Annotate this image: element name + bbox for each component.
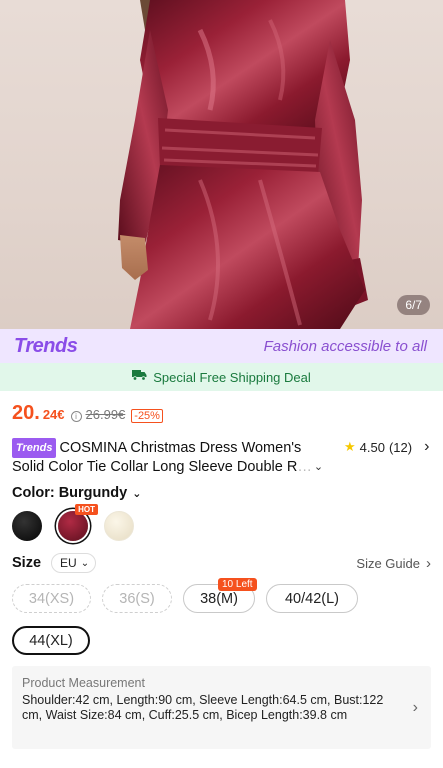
size-option-34xs[interactable]: 34(XS) [12,584,91,613]
image-counter: 6/7 [397,295,430,315]
size-option-label: 44(XL) [29,632,73,649]
hot-badge: HOT [75,504,98,515]
review-count: (12) [388,439,413,455]
shipping-text: Special Free Shipping Deal [153,369,311,385]
size-option-label: 34(XS) [28,590,75,607]
size-region-value: EU [60,556,77,570]
measurement-text: Shoulder:42 cm, Length:90 cm, Sleeve Len… [22,693,384,722]
size-options: 34(XS) 36(S) 10 Left 38(M) 40/42(L) 44(X… [12,578,432,655]
product-photo [118,0,368,329]
size-option-label: 36(S) [119,590,155,607]
color-selector-label[interactable]: Color: Burgundy ⌄ [12,485,141,501]
chevron-right-icon: › [424,438,430,455]
title-fade: … [297,459,312,475]
size-option-44xl[interactable]: 44(XL) [12,626,90,655]
truck-icon [132,368,147,386]
measurement-title: Product Measurement [22,676,145,690]
rating-value: 4.50 [359,439,385,455]
chevron-right-icon: › [426,554,431,572]
price-main: 20. [12,402,40,424]
rating-summary[interactable]: ★ 4.50 (12) › [344,438,429,456]
info-icon[interactable]: i [70,411,82,422]
chevron-right-icon: › [412,699,418,716]
size-option-36s[interactable]: 36(S) [102,584,172,613]
trends-logo: Trends [14,334,78,357]
free-shipping-bar[interactable]: Special Free Shipping Deal [0,363,443,391]
size-option-38m[interactable]: 10 Left 38(M) [183,578,257,613]
original-price: 26.99€ [85,407,126,422]
title-line-2: Solid Color Tie Collar Long Sleeve Doubl… [12,459,298,475]
color-swatches: HOT [12,504,134,541]
size-label: Size [12,555,42,571]
chevron-down-icon[interactable]: ⌄ [314,458,323,476]
trends-tagline: Fashion accessible to all [263,337,427,355]
size-option-40-42l[interactable]: 40/42(L) [266,584,358,613]
size-guide-label: Size Guide [356,555,420,571]
trends-banner[interactable]: Trends Fashion accessible to all [0,329,443,363]
stock-left-badge: 10 Left [218,578,257,591]
trends-tag: Trends [12,438,57,458]
product-title[interactable]: Trends COSMINA Christmas Dress Women's So… [12,438,327,476]
size-header: Size EU ⌄ Size Guide › [12,553,431,573]
price-cents: 24€ [42,407,65,422]
title-line-1: COSMINA Christmas Dress Women's [59,440,302,456]
color-swatch-cream[interactable] [104,511,134,541]
size-region-select[interactable]: EU ⌄ [51,553,97,573]
size-guide-link[interactable]: Size Guide › [356,555,431,572]
price-row: 20. 24€ i 26.99€ -25% [12,402,163,425]
size-option-label: 40/42(L) [284,590,339,607]
chevron-down-icon: ⌄ [132,487,142,500]
size-option-label: 38(M) [200,590,238,607]
color-label: Color: Burgundy [12,485,128,501]
chevron-down-icon: ⌄ [80,557,90,569]
product-measurement-card[interactable]: Product Measurement Shoulder:42 cm, Leng… [12,666,431,749]
color-swatch-burgundy[interactable]: HOT [58,504,98,541]
product-image-carousel[interactable]: 6/7 [0,0,443,329]
color-swatch-black[interactable] [12,511,42,541]
discount-badge: -25% [131,409,163,423]
star-icon: ★ [344,439,356,454]
